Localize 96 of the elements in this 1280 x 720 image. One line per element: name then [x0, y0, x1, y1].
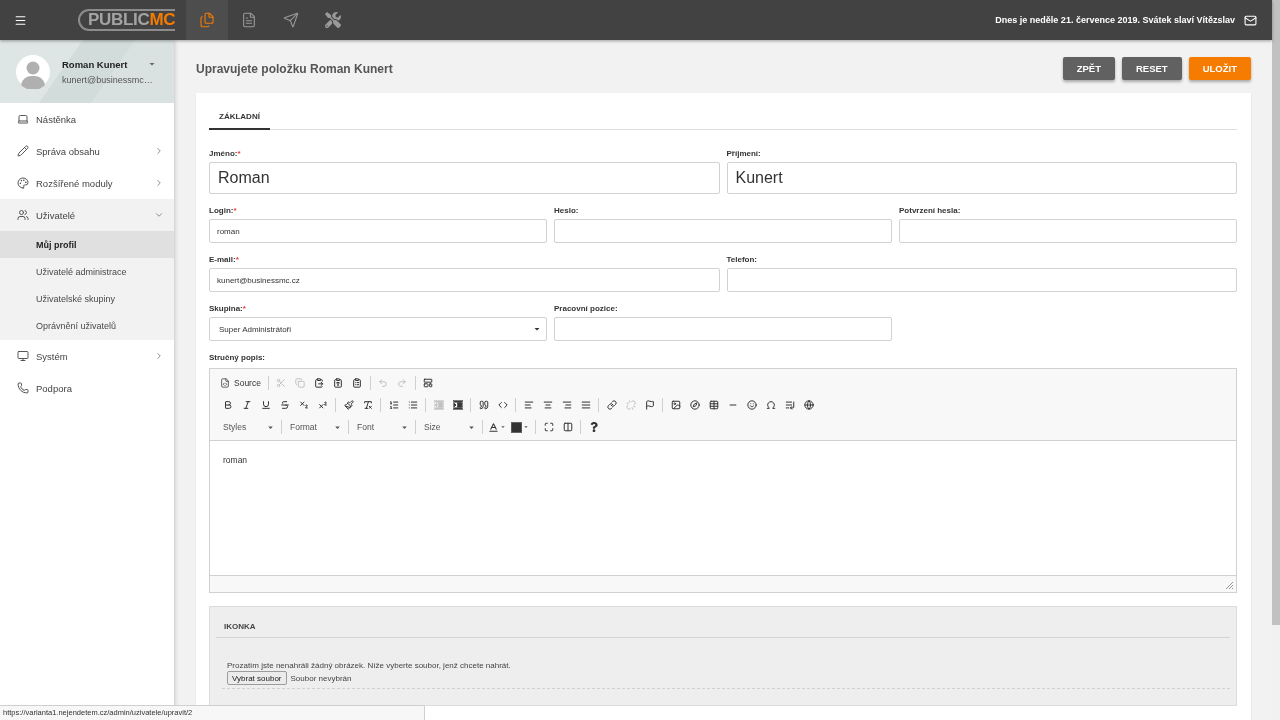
- resize-grip-icon[interactable]: [1226, 582, 1233, 589]
- align-left-icon[interactable]: [523, 400, 534, 410]
- upload-message: Prozatím jste nenahráli žádný obrázek. Níže vyberte soubor, jenž chcete nahrát.: [227, 661, 512, 670]
- quote-icon[interactable]: [478, 400, 489, 410]
- sidebar-item[interactable]: Systém: [0, 340, 174, 372]
- align-right-icon[interactable]: [561, 400, 572, 410]
- image-icon[interactable]: [670, 400, 681, 410]
- numbered-list-icon[interactable]: [388, 400, 399, 410]
- template-icon[interactable]: [423, 378, 434, 388]
- text-input[interactable]: [899, 219, 1237, 243]
- page-title: Upravujete položku Roman Kunert: [196, 61, 393, 76]
- reset-button[interactable]: RESET: [1122, 57, 1182, 80]
- field-label: Telefon:: [726, 255, 758, 265]
- strikethrough-icon[interactable]: [279, 400, 290, 410]
- mail-icon[interactable]: [1244, 13, 1257, 27]
- clear-formatting-icon[interactable]: [362, 400, 373, 410]
- monitor-icon: [17, 350, 29, 362]
- clipboard-icon[interactable]: [314, 378, 325, 388]
- document-icon: [241, 12, 258, 28]
- maximize-icon[interactable]: [543, 422, 554, 432]
- smiley-icon[interactable]: [746, 400, 757, 410]
- code-icon[interactable]: [497, 400, 508, 410]
- documents-icon: [199, 12, 216, 28]
- field-label: Pracovní pozice:: [554, 304, 619, 314]
- submenu-item[interactable]: Můj profil: [0, 231, 174, 258]
- logo[interactable]: PUBLICMC: [78, 9, 176, 31]
- table-icon[interactable]: [708, 400, 719, 410]
- laptop-icon: [17, 113, 29, 125]
- sidebar-item[interactable]: Správa obsahu: [0, 135, 174, 167]
- italic-icon[interactable]: [241, 400, 252, 410]
- toolbar-dropdown[interactable]: Styles: [218, 418, 278, 436]
- highlight-color-icon[interactable]: [511, 421, 522, 433]
- field-label: Příjmení:: [726, 149, 762, 159]
- field-label: Heslo:: [554, 206, 580, 216]
- superscript-icon[interactable]: [317, 400, 328, 410]
- file-status-text: Soubor nevybrán: [290, 673, 352, 683]
- text-input[interactable]: Roman: [209, 162, 720, 194]
- text-input[interactable]: Kunert: [726, 162, 1237, 194]
- submenu-item[interactable]: Oprávnění uživatelů: [0, 312, 174, 339]
- flag-icon[interactable]: [644, 400, 655, 410]
- sidebar-item[interactable]: Rozšířené moduly: [0, 167, 174, 199]
- omega-icon[interactable]: [765, 400, 776, 410]
- field-label: Skupina:*: [209, 304, 247, 314]
- tab[interactable]: ZÁKLADNÍ: [209, 105, 270, 130]
- phone-icon: [17, 382, 29, 394]
- toolbar-dropdown[interactable]: Format: [285, 418, 345, 436]
- sidebar-item[interactable]: Podpora: [0, 372, 174, 404]
- bulleted-list-icon[interactable]: [407, 400, 418, 410]
- avatar-icon: [16, 54, 50, 89]
- clipboard-text-icon[interactable]: [333, 378, 344, 388]
- toolbar-dropdown[interactable]: Font: [352, 418, 412, 436]
- paper-plane-icon: [283, 12, 300, 28]
- text-input[interactable]: [726, 268, 1237, 292]
- date-text: Dnes je neděle 21. července 2019. Svátek slaví Vítězslav: [995, 15, 1235, 25]
- code-file-icon: [220, 378, 230, 388]
- text-color-icon[interactable]: [488, 421, 499, 433]
- submenu-item[interactable]: Uživatelské skupiny: [0, 285, 174, 312]
- field-label: Login:*: [209, 206, 238, 216]
- user-name[interactable]: Roman Kunert: [62, 58, 128, 70]
- align-justify-icon[interactable]: [580, 400, 591, 410]
- text-input[interactable]: kunert@businessmc.cz: [209, 268, 720, 292]
- choose-file-button[interactable]: Vybrat soubor: [227, 671, 287, 685]
- subscript-icon[interactable]: [298, 400, 309, 410]
- align-center-icon[interactable]: [542, 400, 553, 410]
- submenu-item[interactable]: Uživatelé administrace: [0, 258, 174, 285]
- list-arrow-icon[interactable]: [784, 400, 795, 410]
- menu-icon[interactable]: [14, 13, 27, 27]
- bold-icon[interactable]: [222, 400, 233, 410]
- text-input[interactable]: roman: [209, 219, 547, 243]
- toolbar-dropdown[interactable]: Size: [419, 418, 479, 436]
- users-icon: [17, 209, 29, 221]
- sidebar-item[interactable]: Uživatelé: [0, 199, 174, 231]
- question-mark-icon[interactable]: [588, 422, 599, 432]
- columns-icon[interactable]: [562, 422, 573, 432]
- tools-icon: [325, 12, 342, 28]
- globe-icon[interactable]: [803, 400, 814, 410]
- link-icon[interactable]: [606, 400, 617, 410]
- panel-title: IKONKA: [224, 622, 256, 631]
- compass-icon[interactable]: [689, 400, 700, 410]
- source-button[interactable]: Source: [218, 373, 265, 393]
- field-label: Potvrzení hesla:: [899, 206, 962, 216]
- text-input[interactable]: [554, 219, 892, 243]
- field-label: Stručný popis:: [209, 353, 266, 363]
- palette-icon: [17, 177, 29, 189]
- field-label: Jméno:*: [209, 149, 242, 159]
- indent-icon[interactable]: [452, 400, 463, 410]
- select-field[interactable]: Super Administrátoři: [209, 317, 547, 341]
- sidebar-item[interactable]: Nástěnka: [0, 103, 174, 135]
- field-label: E-mail:*: [209, 255, 240, 265]
- pencil-icon: [17, 145, 29, 157]
- text-input[interactable]: [554, 317, 892, 341]
- back-button[interactable]: ZPĚT: [1062, 57, 1115, 80]
- underline-icon[interactable]: [260, 400, 271, 410]
- user-email: kunert@businessmc…: [62, 75, 154, 85]
- paintbrush-icon[interactable]: [343, 400, 354, 410]
- clipboard-list-icon[interactable]: [352, 378, 363, 388]
